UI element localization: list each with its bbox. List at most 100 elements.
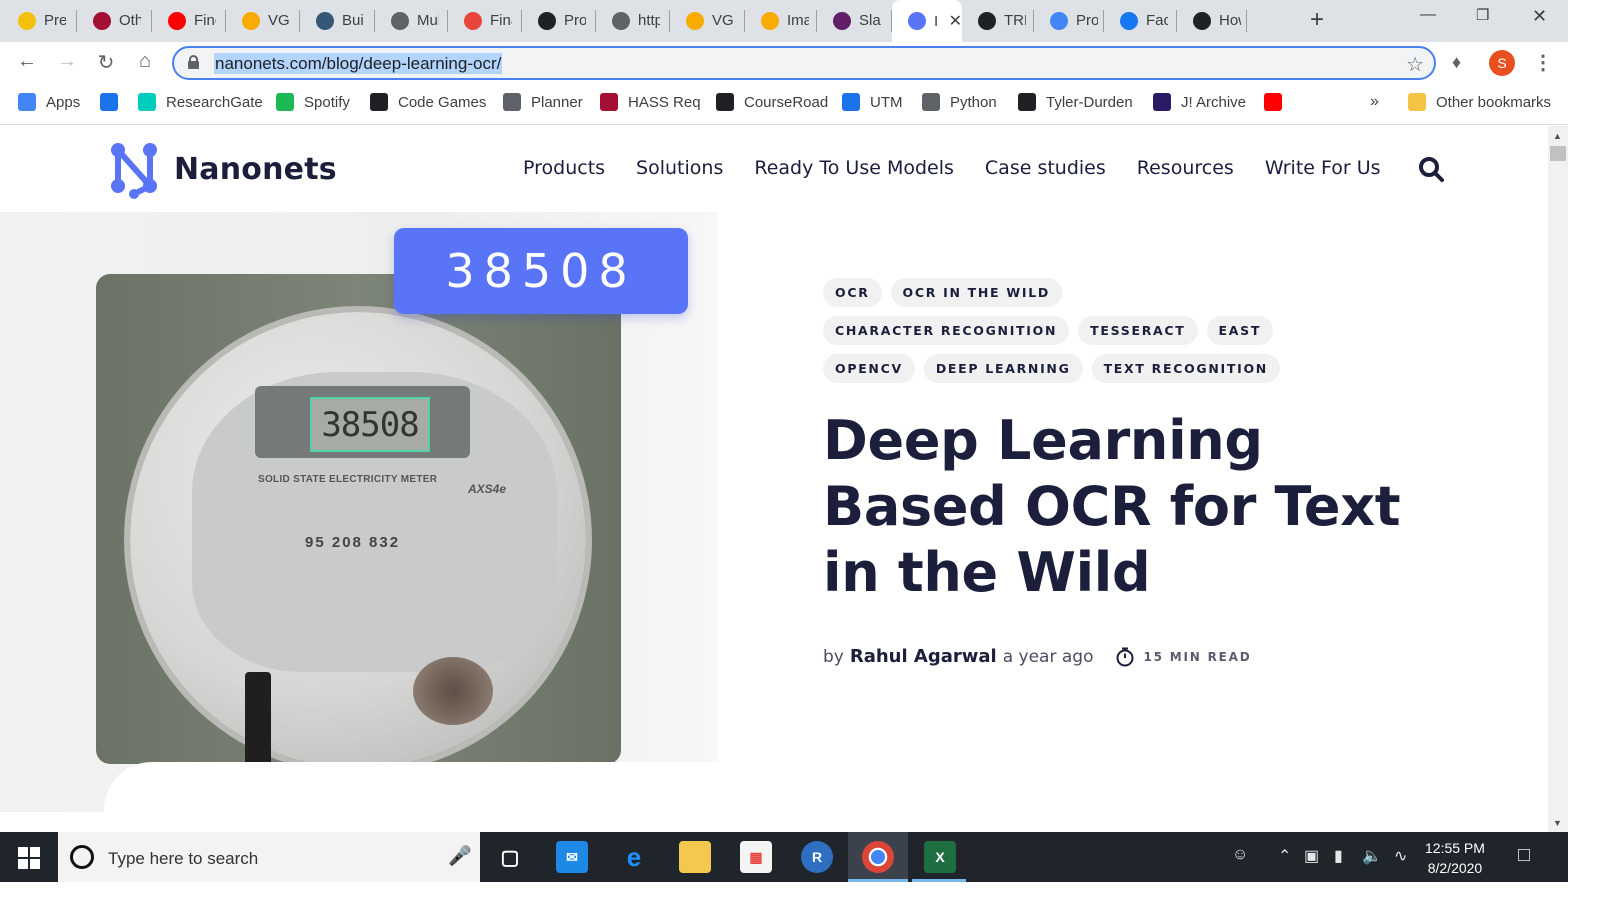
- taskbar-search[interactable]: Type here to search 🎤: [58, 832, 480, 882]
- new-tab-button[interactable]: +: [1310, 6, 1324, 34]
- tag-deep-learning[interactable]: DEEP LEARNING: [923, 354, 1083, 383]
- chevron-up-icon[interactable]: ⌃: [1278, 846, 1291, 866]
- browser-tab[interactable]: Prep: [2, 0, 77, 41]
- colab-icon: [686, 11, 704, 30]
- nav-write-for-us[interactable]: Write For Us: [1265, 157, 1381, 179]
- bookmark-item[interactable]: Planner: [503, 93, 583, 111]
- bookmark-item[interactable]: [1264, 93, 1292, 111]
- bookmark-item[interactable]: HASS Req: [600, 93, 701, 111]
- reload-button[interactable]: ↻: [93, 50, 119, 75]
- forward-button[interactable]: →: [54, 50, 80, 73]
- scroll-up-icon[interactable]: ▲: [1553, 131, 1562, 141]
- browser-tab[interactable]: http: [596, 0, 670, 41]
- bookmark-item[interactable]: Spotify: [276, 93, 350, 111]
- tag-row: OCR OCR IN THE WILD: [823, 278, 1303, 307]
- address-bar[interactable]: nanonets.com/blog/deep-learning-ocr/ ☆: [172, 46, 1436, 80]
- home-button[interactable]: ⌂: [132, 50, 158, 73]
- bookmark-item[interactable]: J! Archive: [1153, 93, 1246, 111]
- file-explorer-icon[interactable]: [679, 841, 711, 873]
- battery-icon[interactable]: ▮: [1334, 846, 1343, 866]
- tag-ocr[interactable]: OCR: [823, 278, 882, 307]
- title-line: Deep Learning: [823, 409, 1263, 472]
- bookmark-item[interactable]: Tyler-Durden: [1018, 93, 1133, 111]
- chrome-icon[interactable]: [862, 841, 894, 873]
- bookmark-item[interactable]: Apps: [18, 93, 80, 111]
- wifi-icon[interactable]: ∿: [1394, 846, 1407, 866]
- tag-opencv[interactable]: OPENCV: [823, 354, 915, 383]
- nav-ready-to-use-models[interactable]: Ready To Use Models: [754, 157, 954, 179]
- bookmark-label: Code Games: [398, 93, 487, 111]
- back-button[interactable]: ←: [14, 50, 40, 73]
- tag-tesseract[interactable]: TESSERACT: [1078, 316, 1198, 345]
- r-app-icon[interactable]: R: [801, 841, 833, 873]
- nav-solutions[interactable]: Solutions: [636, 157, 723, 179]
- windows-start-icon[interactable]: [18, 847, 40, 869]
- store-icon[interactable]: ▦: [740, 841, 772, 873]
- bookmark-item[interactable]: UTM: [842, 93, 903, 111]
- tag-ocr-in-the-wild[interactable]: OCR IN THE WILD: [890, 278, 1062, 307]
- page-scrollbar[interactable]: ▲ ▼: [1548, 126, 1568, 832]
- search-icon[interactable]: [1418, 156, 1444, 182]
- bookmark-label: UTM: [870, 93, 903, 111]
- tag-character-recognition[interactable]: CHARACTER RECOGNITION: [823, 316, 1070, 345]
- browser-tab[interactable]: Imag: [745, 0, 817, 41]
- close-tab-icon[interactable]: ✕: [949, 11, 962, 31]
- browser-tab[interactable]: Build: [300, 0, 375, 41]
- browser-tab[interactable]: I ✕: [892, 0, 962, 42]
- browser-tab[interactable]: VGG: [226, 0, 300, 41]
- task-view-icon[interactable]: ▢: [494, 841, 526, 873]
- author-link[interactable]: Rahul Agarwal: [850, 646, 997, 667]
- tag-east[interactable]: EAST: [1206, 316, 1274, 345]
- edge-icon[interactable]: e: [618, 841, 650, 873]
- nav-case-studies[interactable]: Case studies: [985, 157, 1106, 179]
- browser-tab[interactable]: Final: [448, 0, 522, 41]
- nav-products[interactable]: Products: [523, 157, 605, 179]
- tag-text-recognition[interactable]: TEXT RECOGNITION: [1091, 354, 1280, 383]
- url-text[interactable]: nanonets.com/blog/deep-learning-ocr/: [214, 53, 503, 74]
- system-clock[interactable]: 12:55 PM 8/2/2020: [1425, 838, 1485, 878]
- tab-separator: [1246, 10, 1247, 32]
- restore-icon[interactable]: ❐: [1476, 6, 1489, 24]
- close-window-icon[interactable]: ✕: [1532, 6, 1547, 27]
- profile-avatar[interactable]: S: [1489, 50, 1515, 76]
- bookmark-item[interactable]: ResearchGate: [138, 93, 263, 111]
- people-icon[interactable]: ☺: [1232, 846, 1248, 864]
- browser-tab[interactable]: Proc: [522, 0, 596, 41]
- bookmark-item[interactable]: CourseRoad: [716, 93, 828, 111]
- browser-tab[interactable]: Face: [1104, 0, 1177, 41]
- researchgate-icon: [138, 93, 156, 111]
- scroll-down-icon[interactable]: ▼: [1553, 818, 1562, 828]
- browser-tab[interactable]: Other: [77, 0, 152, 41]
- notifications-icon[interactable]: □: [1518, 844, 1530, 867]
- site-logo[interactable]: Nanonets: [104, 138, 337, 200]
- volume-icon[interactable]: 🔈: [1362, 846, 1382, 866]
- browser-tab[interactable]: VGG: [670, 0, 745, 41]
- title-line: in the Wild: [823, 541, 1151, 604]
- bookmark-item[interactable]: Python: [922, 93, 997, 111]
- tab-title: Face: [1146, 12, 1168, 29]
- by-label: by: [823, 646, 844, 667]
- nav-resources[interactable]: Resources: [1137, 157, 1234, 179]
- extensions-icon[interactable]: ♦: [1452, 52, 1461, 73]
- mail-icon[interactable]: ✉: [556, 841, 588, 873]
- minimize-icon[interactable]: —: [1420, 6, 1436, 24]
- browser-tab[interactable]: Slack: [817, 0, 892, 41]
- article-meta: by Rahul Agarwal a year ago 15 MIN READ: [823, 646, 1251, 667]
- bookmark-star-icon[interactable]: ☆: [1406, 52, 1424, 77]
- bookmarks-overflow-button[interactable]: »: [1370, 93, 1379, 111]
- scroll-thumb[interactable]: [1550, 146, 1566, 161]
- browser-tab[interactable]: Proj: [1034, 0, 1104, 41]
- bookmark-item[interactable]: Code Games: [370, 93, 486, 111]
- chrome-menu-icon[interactable]: ⋮: [1533, 50, 1553, 75]
- browser-tab[interactable]: How: [1177, 0, 1247, 41]
- excel-icon[interactable]: X: [924, 841, 956, 873]
- browser-tab[interactable]: Mult: [375, 0, 448, 41]
- other-bookmarks[interactable]: Other bookmarks: [1408, 93, 1551, 111]
- defender-icon[interactable]: ▣: [1304, 846, 1319, 866]
- microphone-icon[interactable]: 🎤: [448, 844, 472, 868]
- browser-tab[interactable]: TRE: [962, 0, 1034, 41]
- browser-tab[interactable]: Fine: [152, 0, 226, 41]
- bookmark-item[interactable]: [100, 93, 128, 111]
- bookmark-label: Apps: [46, 93, 81, 111]
- tab-title: TRE: [1004, 12, 1026, 29]
